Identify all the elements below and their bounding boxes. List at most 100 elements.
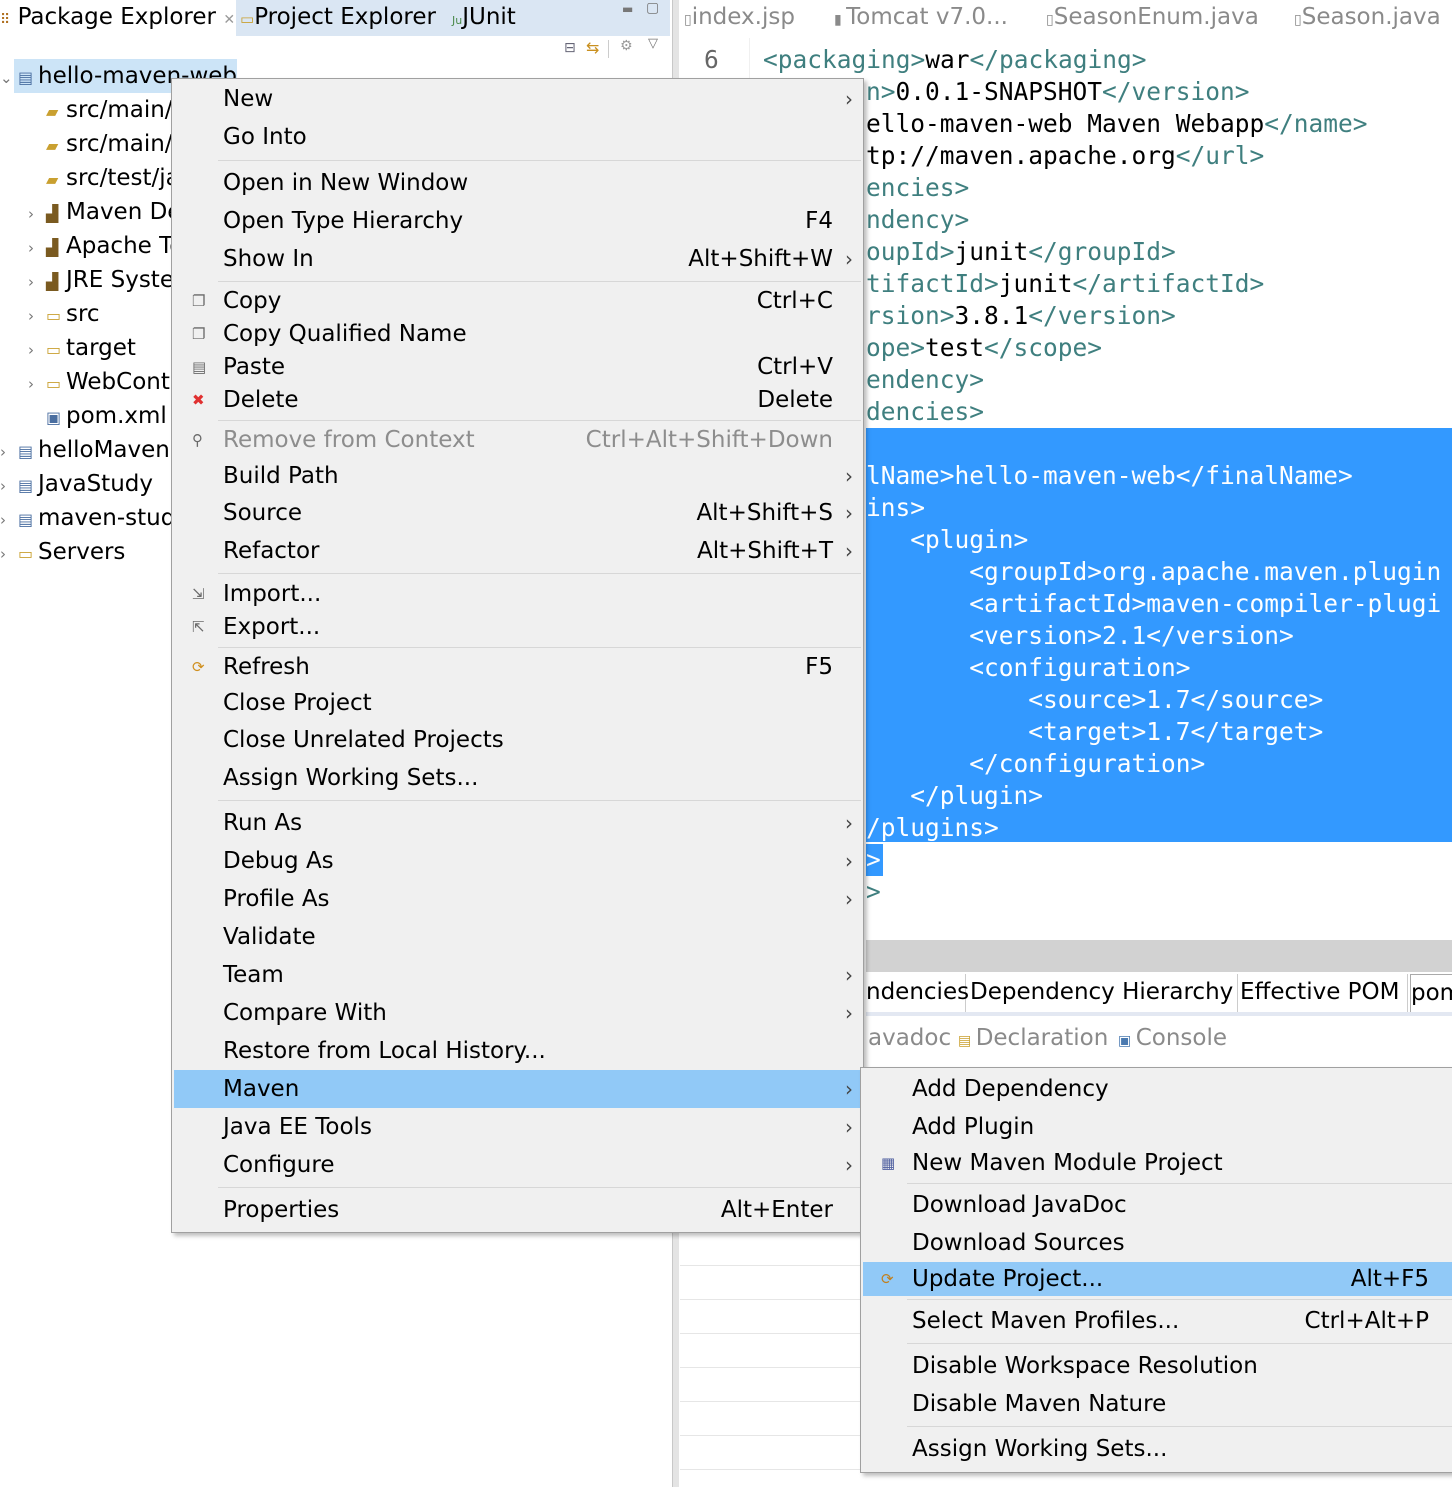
menu-item-run-as[interactable]: Run As › — [174, 804, 861, 842]
editor-tab-seasonenum[interactable]: ▯SeasonEnum.java — [1046, 0, 1259, 36]
maximize-icon[interactable]: ▢ — [646, 0, 659, 16]
tree-item[interactable]: ▣ pom.xml — [28, 399, 167, 433]
close-icon[interactable]: ✕ — [223, 12, 235, 28]
chevron-right-icon[interactable]: › — [28, 333, 46, 367]
chevron-right-icon[interactable]: › — [0, 503, 18, 537]
menu-item-copy-qualified-name[interactable]: ❐ Copy Qualified Name — [174, 318, 861, 351]
menu-item-team[interactable]: Team › — [174, 956, 861, 994]
menu-item-close-unrelated-projects[interactable]: Close Unrelated Projects — [174, 721, 861, 759]
chevron-down-icon[interactable]: ⌄ — [0, 61, 18, 95]
menu-item-profile-as[interactable]: Profile As › — [174, 880, 861, 918]
menu-item-add-dependency[interactable]: Add Dependency — [863, 1070, 1452, 1108]
tree-item[interactable]: › ▭ src — [28, 297, 100, 331]
code-line: ope>test</scope> — [866, 332, 1102, 364]
menu-item-show-in[interactable]: Show In Alt+Shift+W › — [174, 240, 861, 278]
view-tab-javadoc[interactable]: avadoc — [868, 1020, 951, 1058]
view-tab-console[interactable]: ▣ Console — [1118, 1020, 1227, 1058]
menu-item-java-ee-tools[interactable]: Java EE Tools › — [174, 1108, 861, 1146]
tree-item[interactable]: › ▤ maven-stud — [0, 501, 175, 535]
menu-separator — [218, 420, 861, 421]
tab-package-explorer[interactable]: ⠿ Package Explorer ✕ — [0, 0, 235, 36]
menu-item-new-maven-module-project[interactable]: ▦ New Maven Module Project — [863, 1146, 1452, 1180]
minimize-icon[interactable]: ▬ — [622, 2, 633, 16]
chevron-right-icon[interactable]: › — [28, 367, 46, 401]
filter-icon[interactable]: ⚙ — [620, 38, 633, 54]
chevron-right-icon: › — [845, 811, 853, 835]
tree-item[interactable]: › ▟ Maven De — [28, 195, 181, 229]
menu-item-refactor[interactable]: Refactor Alt+Shift+T › — [174, 532, 861, 570]
pom-tab-dependency-hierarchy[interactable]: Dependency Hierarchy — [970, 974, 1238, 1012]
editor-tab-index-jsp[interactable]: ▯index.jsp — [684, 0, 795, 36]
menu-item-validate[interactable]: Validate — [174, 918, 861, 956]
view-menu-icon[interactable]: ▽ — [648, 36, 658, 51]
menu-item-open-in-new-window[interactable]: Open in New Window — [174, 164, 861, 202]
chevron-right-icon: › — [845, 1001, 853, 1025]
tab-junit[interactable]: JuJUnit — [452, 0, 516, 36]
collapse-all-icon[interactable]: ⊟ — [564, 40, 576, 56]
menu-item-assign-working-sets[interactable]: Assign Working Sets... — [863, 1430, 1452, 1468]
tree-item[interactable]: › ▭ WebConte — [28, 365, 184, 399]
menu-item-label: Refresh — [223, 654, 310, 680]
tree-item[interactable]: ▰ src/main/j — [28, 93, 179, 127]
menu-item-update-project[interactable]: ⟳ Update Project... Alt+F5 — [863, 1262, 1452, 1296]
chevron-right-icon[interactable]: › — [28, 197, 46, 231]
package-icon: ⠿ — [0, 12, 11, 28]
menu-item-restore-from-local-history[interactable]: Restore from Local History... — [174, 1032, 861, 1070]
pom-tab-pom[interactable]: pom — [1410, 974, 1452, 1012]
menu-item-debug-as[interactable]: Debug As › — [174, 842, 861, 880]
menu-item-delete[interactable]: ✖ Delete Delete — [174, 384, 861, 417]
menu-item-compare-with[interactable]: Compare With › — [174, 994, 861, 1032]
menu-item-label: Close Unrelated Projects — [223, 727, 504, 753]
tree-item[interactable]: › ▟ JRE Syster — [28, 263, 183, 297]
editor-tab-tomcat[interactable]: ▮ Tomcat v7.0... — [834, 0, 1008, 36]
menu-item-new[interactable]: New › — [174, 80, 861, 118]
tree-item[interactable]: ▰ src/test/ja — [28, 161, 180, 195]
menu-item-select-maven-profiles[interactable]: Select Maven Profiles... Ctrl+Alt+P — [863, 1302, 1452, 1340]
tree-item[interactable]: › ▤ JavaStudy — [0, 467, 153, 501]
editor-tab-season[interactable]: ▯Season.java — [1294, 0, 1441, 36]
chevron-right-icon[interactable]: › — [0, 469, 18, 503]
menu-item-disable-workspace-resolution[interactable]: Disable Workspace Resolution — [863, 1347, 1452, 1385]
menu-separator — [218, 1187, 861, 1188]
menu-item-download-sources[interactable]: Download Sources — [863, 1224, 1452, 1262]
code-line: </configuration> — [866, 748, 1205, 780]
view-tab-declaration[interactable]: ▤ Declaration — [958, 1020, 1108, 1058]
pom-tab-dependencies[interactable]: ndencies — [866, 974, 969, 1012]
java-file-icon: ▯ — [1046, 12, 1054, 28]
refresh-icon: ⟳ — [192, 658, 205, 676]
menu-item-disable-maven-nature[interactable]: Disable Maven Nature — [863, 1385, 1452, 1423]
menu-item-close-project[interactable]: Close Project — [174, 685, 861, 721]
menu-item-open-type-hierarchy[interactable]: Open Type Hierarchy F4 — [174, 202, 861, 240]
tree-item[interactable]: › ▟ Apache To — [28, 229, 183, 263]
tree-item[interactable]: › ▤ helloMaven — [0, 433, 170, 467]
menu-item-source[interactable]: Source Alt+Shift+S › — [174, 494, 861, 532]
menu-item-import[interactable]: ⇲ Import... — [174, 577, 861, 611]
chevron-right-icon[interactable]: › — [28, 265, 46, 299]
chevron-right-icon[interactable]: › — [0, 537, 18, 571]
menu-item-assign-working-sets[interactable]: Assign Working Sets... — [174, 759, 861, 797]
chevron-right-icon[interactable]: › — [0, 435, 18, 469]
tree-item[interactable]: › ▭ Servers — [0, 535, 125, 569]
pom-tab-effective-pom[interactable]: Effective POM — [1240, 974, 1408, 1012]
xml-tag: </target> — [1190, 717, 1324, 746]
menu-item-build-path[interactable]: Build Path › — [174, 458, 861, 494]
chevron-right-icon[interactable]: › — [28, 299, 46, 333]
library-icon: ▟ — [46, 204, 59, 223]
link-with-editor-icon[interactable]: ⇆ — [586, 38, 599, 57]
menu-item-maven[interactable]: Maven › — [174, 1070, 861, 1108]
menu-item-paste[interactable]: ▤ Paste Ctrl+V — [174, 351, 861, 384]
menu-item-properties[interactable]: Properties Alt+Enter — [174, 1191, 861, 1229]
menu-item-refresh[interactable]: ⟳ Refresh F5 — [174, 650, 861, 685]
tab-label: Season.java — [1301, 4, 1441, 30]
menu-item-go-into[interactable]: Go Into — [174, 118, 861, 156]
menu-item-export[interactable]: ⇱ Export... — [174, 611, 861, 644]
menu-item-copy[interactable]: ❐ Copy Ctrl+C — [174, 284, 861, 318]
menu-item-download-javadoc[interactable]: Download JavaDoc — [863, 1186, 1452, 1224]
menu-item-configure[interactable]: Configure › — [174, 1146, 861, 1184]
tab-project-explorer[interactable]: ▭Project Explorer — [240, 0, 436, 36]
tree-item[interactable]: ▰ src/main/r — [28, 127, 182, 161]
chevron-right-icon[interactable]: › — [28, 231, 46, 265]
menu-item-add-plugin[interactable]: Add Plugin — [863, 1108, 1452, 1146]
tree-item[interactable]: › ▭ target — [28, 331, 136, 365]
menu-item-label: Debug As — [223, 848, 334, 874]
